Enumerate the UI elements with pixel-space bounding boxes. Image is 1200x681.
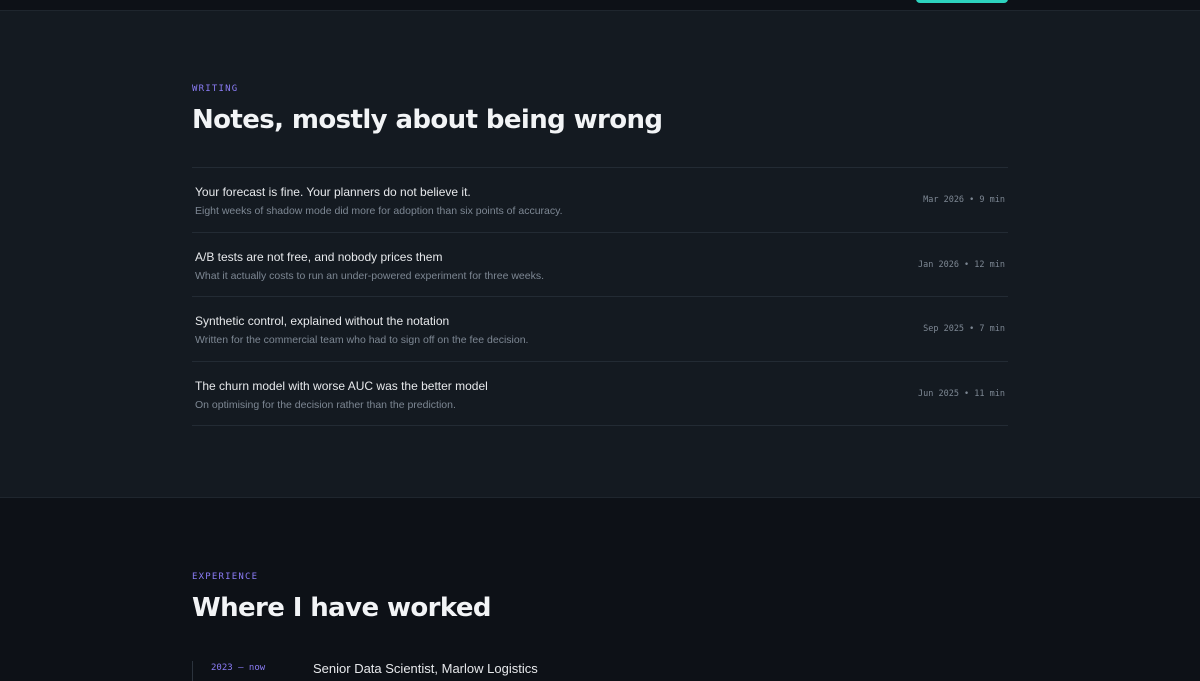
post-meta: Jun 2025 • 11 min	[918, 388, 1005, 399]
posts-list: Your forecast is fine. Your planners do …	[192, 167, 1008, 426]
post-row[interactable]: A/B tests are not free, and nobody price…	[192, 233, 1008, 297]
section-heading: Notes, mostly about being wrong	[192, 105, 663, 135]
post-meta: Jan 2026 • 12 min	[918, 259, 1005, 270]
post-row[interactable]: Your forecast is fine. Your planners do …	[192, 168, 1008, 233]
section-eyebrow: EXPERIENCE	[192, 572, 259, 582]
post-summary: What it actually costs to run an under-p…	[195, 269, 545, 282]
post-title[interactable]: Synthetic control, explained without the…	[195, 314, 449, 328]
post-summary: Eight weeks of shadow mode did more for …	[195, 205, 563, 217]
timeline-line	[192, 661, 193, 681]
post-row[interactable]: The churn model with worse AUC was the b…	[192, 362, 1008, 426]
nav-cta-button[interactable]	[916, 0, 1008, 3]
post-title[interactable]: A/B tests are not free, and nobody price…	[195, 250, 442, 264]
top-nav	[0, 0, 1200, 11]
section-eyebrow: WRITING	[192, 84, 239, 94]
post-meta: Sep 2025 • 7 min	[923, 324, 1005, 334]
post-meta: Mar 2026 • 9 min	[923, 195, 1005, 205]
experience-section: EXPERIENCE Where I have worked 2023 — no…	[0, 499, 1200, 681]
job-dates: 2023 — now	[211, 663, 266, 673]
job-role: Senior Data Scientist, Marlow Logistics	[313, 661, 538, 676]
post-summary: Written for the commercial team who had …	[195, 334, 529, 346]
post-summary: On optimising for the decision rather th…	[195, 398, 456, 411]
post-title[interactable]: The churn model with worse AUC was the b…	[195, 379, 488, 393]
post-row[interactable]: Synthetic control, explained without the…	[192, 297, 1008, 362]
post-title[interactable]: Your forecast is fine. Your planners do …	[195, 185, 471, 199]
section-heading: Where I have worked	[192, 593, 491, 623]
writing-section: WRITING Notes, mostly about being wrong …	[0, 11, 1200, 498]
